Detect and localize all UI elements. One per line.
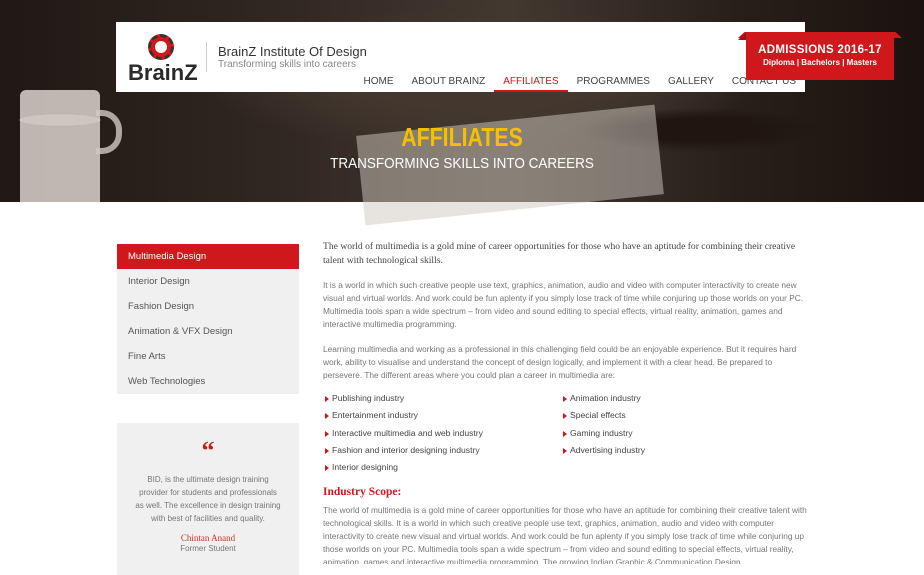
page-subtitle: TRANSFORMING SKILLS INTO CAREERS (330, 155, 594, 172)
sidebar-item-fine-arts[interactable]: Fine Arts (117, 344, 299, 369)
nav-about[interactable]: ABOUT BRAINZ (403, 74, 495, 92)
header-divider (206, 42, 207, 72)
main-nav: HOME ABOUT BRAINZ AFFILIATES PROGRAMMES … (355, 74, 805, 92)
paragraph-1: It is a world in which such creative peo… (323, 280, 804, 329)
nav-gallery[interactable]: GALLERY (659, 74, 723, 92)
testimonial-role: Former Student (180, 544, 236, 553)
institute-name: BrainZ Institute Of Design (218, 44, 367, 59)
list-item: Gaming industry (561, 425, 799, 442)
logo[interactable]: BrainZ (128, 32, 198, 85)
list-item: Interactive multimedia and web industry (323, 425, 561, 442)
sidebar-item-animation[interactable]: Animation & VFX Design (117, 319, 299, 344)
sidebar-item-interior[interactable]: Interior Design (117, 269, 299, 294)
logo-text: BrainZ (128, 60, 198, 85)
site-header: BrainZ BrainZ Institute Of Design Transf… (116, 22, 902, 92)
sidebar-item-multimedia[interactable]: Multimedia Design (117, 244, 299, 269)
list-item: Advertising industry (561, 442, 799, 459)
page-title: AFFILIATES (401, 122, 523, 152)
career-areas-list: Publishing industry Animation industry E… (323, 390, 807, 476)
list-item: Entertainment industry (323, 407, 561, 424)
admissions-title: ADMISSIONS 2016-17 (758, 44, 882, 56)
quote-icon: “ (201, 436, 215, 465)
sidebar-menu: Multimedia Design Interior Design Fashio… (117, 244, 299, 394)
admissions-subtitle: Diploma | Bachelors | Masters (763, 58, 877, 67)
admissions-badge[interactable]: ADMISSIONS 2016-17 Diploma | Bachelors |… (738, 32, 894, 80)
industry-scope-text: The world of multimedia is a gold mine o… (323, 505, 807, 565)
industry-scope-heading: Industry Scope: (323, 486, 402, 499)
paragraph-2: Learning multimedia and working as a pro… (323, 344, 797, 380)
list-item: Special effects (561, 407, 799, 424)
list-item: Publishing industry (323, 390, 561, 407)
nav-home[interactable]: HOME (355, 74, 403, 92)
testimonial-text: BID, is the ultimate design training pro… (135, 475, 281, 523)
lead-paragraph: The world of multimedia is a gold mine o… (323, 241, 796, 266)
main-content: The world of multimedia is a gold mine o… (323, 240, 807, 564)
brain-gear-center-icon (155, 41, 167, 53)
list-item: Interior designing (323, 459, 561, 476)
testimonial-box: “ BID, is the ultimate design training p… (117, 423, 299, 575)
sidebar-item-fashion[interactable]: Fashion Design (117, 294, 299, 319)
list-item: Animation industry (561, 390, 799, 407)
nav-programmes[interactable]: PROGRAMMES (568, 74, 659, 92)
testimonial-name: Chintan Anand (180, 533, 236, 543)
nav-affiliates[interactable]: AFFILIATES (494, 74, 568, 92)
list-item: Fashion and interior designing industry (323, 442, 561, 459)
sidebar-item-web[interactable]: Web Technologies (117, 369, 299, 394)
institute-tagline: Transforming skills into careers (218, 59, 357, 70)
